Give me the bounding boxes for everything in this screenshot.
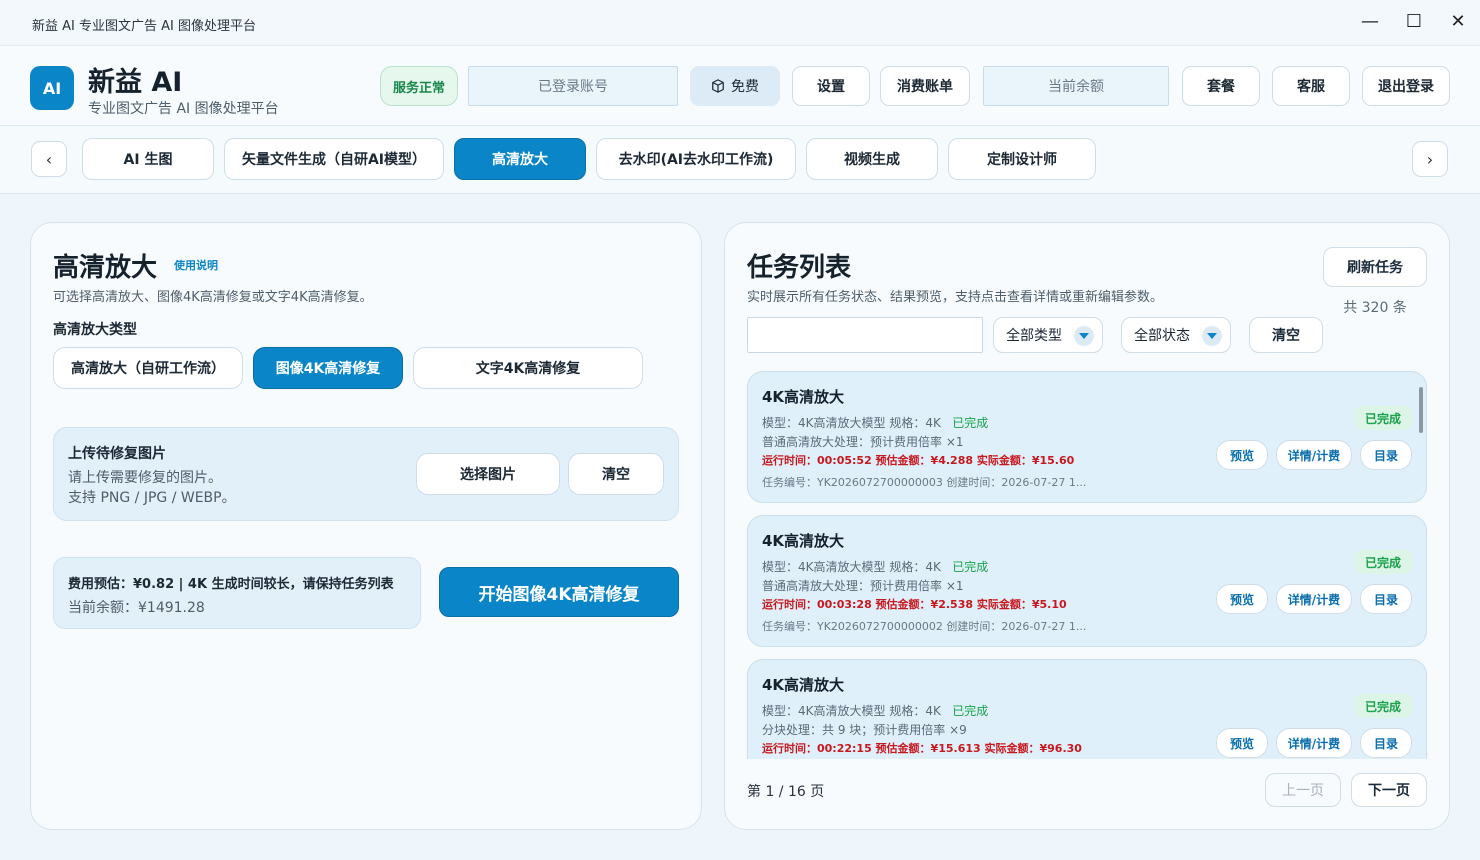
task-list-title: 任务列表	[747, 253, 852, 283]
task-model: 模型：4K高清放大模型 规格：4K 已完成	[762, 704, 989, 718]
status-badge: 已完成	[1354, 406, 1412, 430]
tabs-prev-button[interactable]: ‹	[31, 141, 67, 177]
panel-title: 高清放大	[53, 253, 158, 283]
window-title: 新益 AI 专业图文广告 AI 图像处理平台	[32, 19, 256, 34]
tab-ai-image[interactable]: AI 生图	[82, 138, 214, 180]
minimize-button[interactable]: —	[1348, 6, 1392, 36]
app-header: AI 新益 AI 专业图文广告 AI 图像处理平台 服务正常 已登录账号 免费 …	[0, 46, 1480, 126]
task-meta: 任务编号：YK2026072700000002 创建时间：2026-07-27 …	[762, 620, 1087, 633]
balance-field: 当前余额	[983, 66, 1169, 106]
upload-title: 上传待修复图片	[68, 446, 166, 462]
preview-button[interactable]: 预览	[1216, 440, 1268, 470]
service-status-badge: 服务正常	[380, 66, 458, 106]
settings-button[interactable]: 设置	[792, 66, 870, 106]
folder-button[interactable]: 目录	[1360, 728, 1412, 758]
brand-name: 新益 AI	[88, 67, 183, 98]
folder-button[interactable]: 目录	[1360, 440, 1412, 470]
task-card[interactable]: 4K高清放大 模型：4K高清放大模型 规格：4K 已完成 分块处理：共 9 块；…	[747, 659, 1427, 759]
upscale-type-label: 高清放大类型	[53, 322, 137, 338]
upscale-panel: 高清放大 使用说明 可选择高清放大、图像4K高清修复或文字4K高清修复。 高清放…	[30, 222, 702, 830]
task-state: 已完成	[952, 560, 989, 574]
type-option-text-4k[interactable]: 文字4K高清修复	[413, 347, 643, 389]
type-filter-select[interactable]: 全部类型	[993, 317, 1103, 353]
tab-hd-upscale[interactable]: 高清放大	[454, 138, 586, 180]
next-page-button[interactable]: 下一页	[1351, 773, 1427, 807]
task-card[interactable]: 4K高清放大 模型：4K高清放大模型 规格：4K 已完成 普通高清放大处理：预计…	[747, 515, 1427, 647]
details-billing-button[interactable]: 详情/计费	[1276, 440, 1352, 470]
task-model: 模型：4K高清放大模型 规格：4K 已完成	[762, 560, 989, 574]
chevron-down-icon	[1202, 326, 1222, 346]
refresh-tasks-button[interactable]: 刷新任务	[1323, 247, 1427, 287]
select-image-button[interactable]: 选择图片	[416, 453, 560, 495]
box-icon	[712, 79, 724, 93]
cost-estimate-box: 费用预估：¥0.82 | 4K 生成时间较长，请保持任务列表 当前余额：¥149…	[53, 557, 421, 629]
task-mode: 分块处理：共 9 块；预计费用倍率 ×9	[762, 723, 967, 737]
tab-video-generation[interactable]: 视频生成	[806, 138, 938, 180]
panel-description: 可选择高清放大、图像4K高清修复或文字4K高清修复。	[53, 290, 373, 305]
task-model: 模型：4K高清放大模型 规格：4K 已完成	[762, 416, 989, 430]
free-plan-button[interactable]: 免费	[690, 66, 780, 106]
support-button[interactable]: 客服	[1272, 66, 1350, 106]
preview-button[interactable]: 预览	[1216, 728, 1268, 758]
close-button[interactable]: ✕	[1436, 6, 1480, 36]
clear-filters-button[interactable]: 清空	[1249, 317, 1323, 353]
task-title: 4K高清放大	[762, 388, 845, 406]
upload-formats: 支持 PNG / JPG / WEBP。	[68, 490, 236, 506]
type-option-image-4k[interactable]: 图像4K高清修复	[253, 347, 403, 389]
details-billing-button[interactable]: 详情/计费	[1276, 728, 1352, 758]
cost-estimate: 费用预估：¥0.82 | 4K 生成时间较长，请保持任务列表	[68, 577, 394, 592]
type-option-hd-upscale[interactable]: 高清放大（自研工作流）	[53, 347, 243, 389]
details-billing-button[interactable]: 详情/计费	[1276, 584, 1352, 614]
upload-section: 上传待修复图片 请上传需要修复的图片。 支持 PNG / JPG / WEBP。…	[53, 427, 679, 521]
brand-subtitle: 专业图文广告 AI 图像处理平台	[88, 101, 279, 117]
task-title: 4K高清放大	[762, 532, 845, 550]
task-list[interactable]: 4K高清放大 模型：4K高清放大模型 规格：4K 已完成 普通高清放大处理：预计…	[747, 371, 1427, 759]
task-total-count: 共 320 条	[1343, 300, 1407, 316]
task-runtime-cost: 运行时间：00:03:28 预估金额：¥2.538 实际金额：¥5.10	[762, 598, 1067, 611]
type-filter-value: 全部类型	[1006, 328, 1062, 344]
task-title: 4K高清放大	[762, 676, 845, 694]
task-meta: 任务编号：YK2026072700000003 创建时间：2026-07-27 …	[762, 476, 1087, 489]
help-link[interactable]: 使用说明	[174, 257, 218, 273]
task-runtime-cost: 运行时间：00:05:52 预估金额：¥4.288 实际金额：¥15.60	[762, 454, 1075, 467]
start-repair-button[interactable]: 开始图像4K高清修复	[439, 567, 679, 617]
task-state: 已完成	[952, 416, 989, 430]
task-runtime-cost: 运行时间：00:22:15 预估金额：¥15.613 实际金额：¥96.30	[762, 742, 1082, 755]
status-filter-value: 全部状态	[1134, 328, 1190, 344]
task-card[interactable]: 4K高清放大 模型：4K高清放大模型 规格：4K 已完成 普通高清放大处理：预计…	[747, 371, 1427, 503]
task-mode: 普通高清放大处理：预计费用倍率 ×1	[762, 435, 964, 449]
prev-page-button[interactable]: 上一页	[1265, 773, 1341, 807]
task-search-input[interactable]	[747, 317, 983, 353]
chevron-down-icon	[1074, 326, 1094, 346]
status-filter-select[interactable]: 全部状态	[1121, 317, 1231, 353]
task-list-scrollbar[interactable]	[1419, 387, 1423, 433]
upload-hint: 请上传需要修复的图片。	[68, 470, 222, 486]
clear-upload-button[interactable]: 清空	[568, 453, 664, 495]
account-field: 已登录账号	[468, 66, 678, 106]
bills-button[interactable]: 消费账单	[880, 66, 970, 106]
feature-tabs: ‹ AI 生图 矢量文件生成（自研AI模型） 高清放大 去水印(AI去水印工作流…	[0, 126, 1480, 194]
tab-watermark-removal[interactable]: 去水印(AI去水印工作流)	[596, 138, 796, 180]
maximize-button[interactable]: ☐	[1392, 6, 1436, 36]
plans-button[interactable]: 套餐	[1182, 66, 1260, 106]
current-balance: 当前余额：¥1491.28	[68, 600, 205, 616]
status-badge: 已完成	[1354, 694, 1412, 718]
tabs-next-button[interactable]: ›	[1412, 141, 1448, 177]
task-mode: 普通高清放大处理：预计费用倍率 ×1	[762, 579, 964, 593]
task-list-panel: 任务列表 实时展示所有任务状态、结果预览，支持点击查看详情或重新编辑参数。 刷新…	[724, 222, 1450, 830]
page-indicator: 第 1 / 16 页	[747, 784, 825, 800]
task-list-description: 实时展示所有任务状态、结果预览，支持点击查看详情或重新编辑参数。	[747, 290, 1164, 305]
tab-vector-generation[interactable]: 矢量文件生成（自研AI模型）	[224, 138, 444, 180]
free-plan-label: 免费	[731, 79, 759, 95]
logout-button[interactable]: 退出登录	[1362, 66, 1450, 106]
folder-button[interactable]: 目录	[1360, 584, 1412, 614]
status-badge: 已完成	[1354, 550, 1412, 574]
app-logo: AI	[30, 66, 74, 110]
preview-button[interactable]: 预览	[1216, 584, 1268, 614]
task-state: 已完成	[952, 704, 989, 718]
tab-custom-designer[interactable]: 定制设计师	[948, 138, 1096, 180]
window-titlebar: 新益 AI 专业图文广告 AI 图像处理平台 — ☐ ✕	[0, 0, 1480, 46]
